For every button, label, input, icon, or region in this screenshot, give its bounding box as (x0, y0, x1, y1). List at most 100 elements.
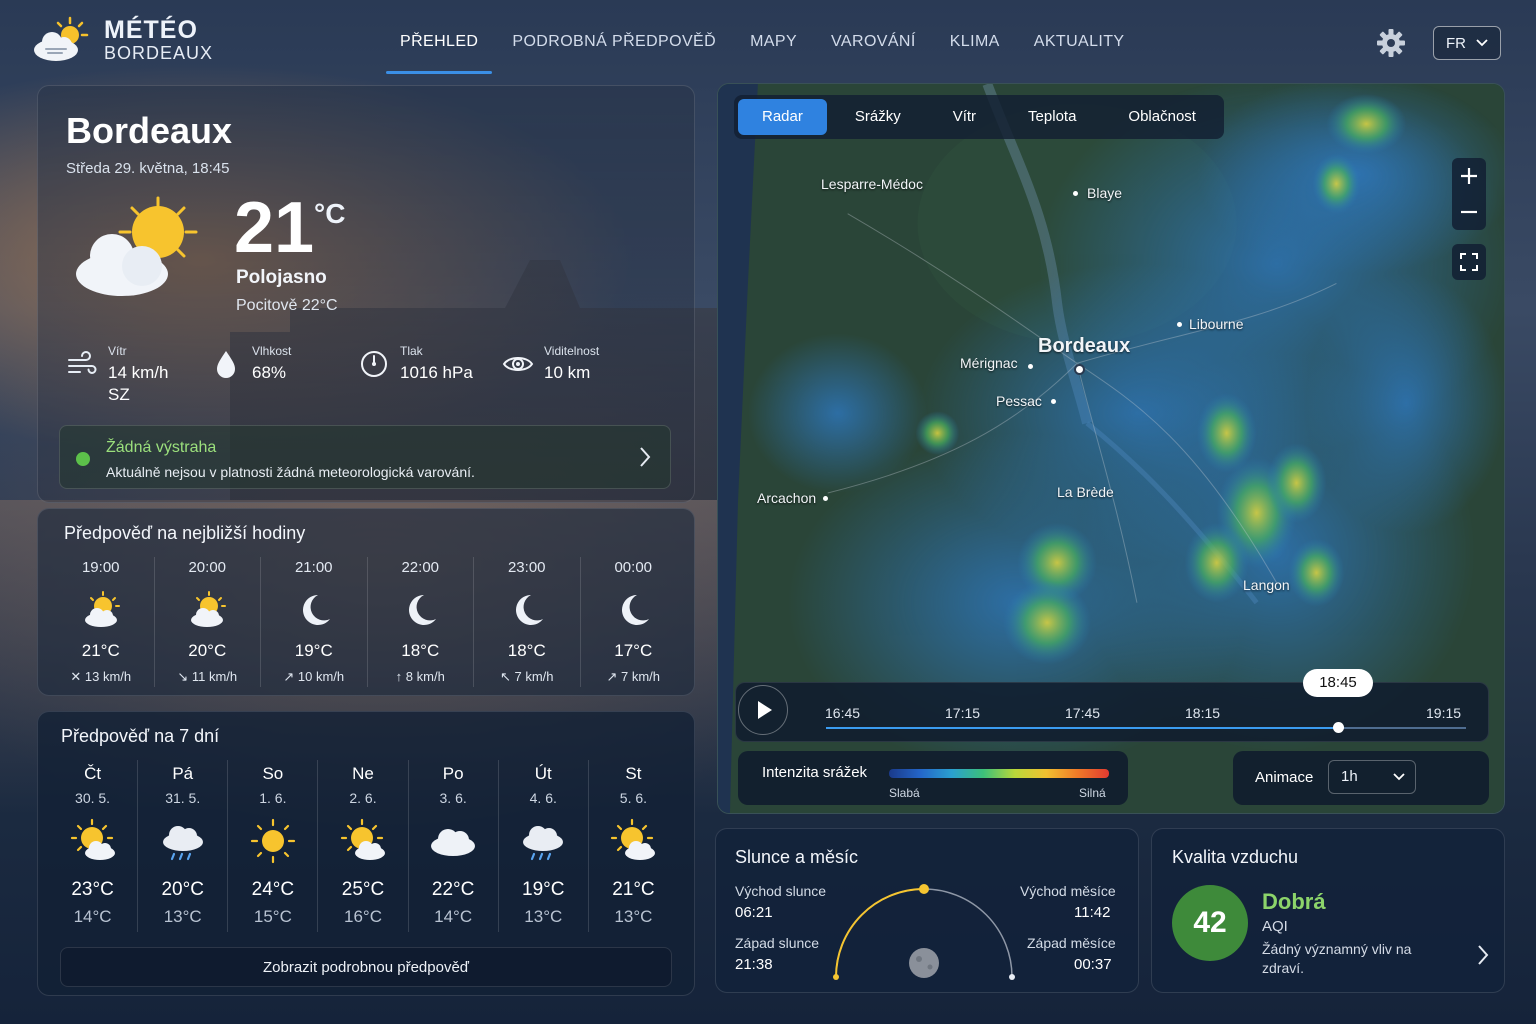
hour-item[interactable]: 19:00 21°C ✕ 13 km/h (48, 557, 154, 687)
nav-item-aktuality[interactable]: AKTUALITY (1020, 0, 1139, 84)
fullscreen-button[interactable] (1452, 244, 1486, 280)
play-button[interactable] (738, 685, 788, 735)
moon-icon (302, 595, 330, 625)
fullscreen-icon (1460, 253, 1478, 271)
legend-gradient (889, 769, 1109, 778)
rain-icon (162, 826, 203, 861)
logo[interactable]: MÉTÉO BORDEAUX (32, 16, 213, 64)
stat-visibility-value: 10 km (544, 363, 591, 382)
stat-visibility: Viditelnost 10 km (502, 344, 599, 384)
moon-icon (515, 595, 543, 625)
place-label-bordeaux: Bordeaux (1038, 335, 1131, 357)
tab-srazky[interactable]: Srážky (831, 99, 925, 135)
tab-teplota[interactable]: Teplota (1004, 99, 1100, 135)
wind-direction-icon: ↘ (177, 669, 189, 684)
nav-item-mapy[interactable]: MAPY (736, 0, 811, 84)
zoom-controls (1452, 158, 1486, 230)
gear-icon[interactable] (1376, 28, 1406, 58)
day-item[interactable]: Po 3. 6. 22°C 14°C (407, 760, 498, 932)
day-low: 13°C (163, 907, 202, 926)
hour-wind: 8 km/h (405, 669, 445, 684)
header: MÉTÉO BORDEAUX PŘEHLED PODROBNÁ PŘEDPOVĚ… (0, 0, 1536, 84)
sun-moon-title: Slunce a měsíc (735, 847, 859, 867)
sun-icon (250, 818, 295, 864)
stat-pressure-label: Tlak (400, 344, 423, 358)
location-marker[interactable] (1074, 364, 1085, 375)
precipitation-legend: Intenzita srážek Slabá Silná (738, 751, 1128, 805)
hour-temp: 18°C (507, 641, 546, 660)
day-date: 3. 6. (439, 790, 467, 806)
timeline-current-time: 18:45 (1303, 669, 1373, 697)
place-label: Langon (1243, 577, 1290, 593)
day-item[interactable]: Pá 31. 5. 20°C 13°C (137, 760, 227, 932)
timeline-progress (826, 727, 1338, 729)
day-item[interactable]: Čt 30. 5. 23°C 14°C (48, 760, 137, 932)
rain-icon (523, 826, 564, 861)
hour-item[interactable]: 00:00 17°C ↗ 7 km/h (579, 557, 687, 687)
day-item[interactable]: Ne 2. 6. 25°C 16°C (317, 760, 407, 932)
aqi-status: Dobrá (1262, 889, 1326, 914)
nav-item-prehled[interactable]: PŘEHLED (386, 0, 493, 84)
day-name: Čt (84, 764, 102, 783)
place-dot (1051, 399, 1056, 404)
day-item[interactable]: So 1. 6. 24°C 15°C (227, 760, 317, 932)
hour-item[interactable]: 21:00 19°C ↗ 10 km/h (260, 557, 367, 687)
day-date: 31. 5. (165, 790, 201, 806)
nav-item-klima[interactable]: KLIMA (936, 0, 1014, 84)
place-label: Blaye (1087, 185, 1123, 201)
place-label: Lesparre-Médoc (821, 176, 923, 192)
legend-low-label: Slabá (889, 786, 920, 800)
hour-item[interactable]: 20:00 20°C ↘ 11 km/h (153, 557, 261, 687)
main-nav: PŘEHLED PODROBNÁ PŘEDPOVĚĎ MAPY VAROVÁNÍ… (386, 0, 1144, 84)
animation-control: Animace 1h (1233, 751, 1489, 805)
chevron-right-icon (1478, 945, 1489, 965)
timeline-tick: 16:45 (825, 705, 861, 721)
tab-oblacnost[interactable]: Oblačnost (1104, 99, 1220, 135)
wind-direction-icon: ↑ (395, 669, 403, 684)
language-value: FR (1446, 34, 1466, 52)
timeline-handle[interactable] (1333, 722, 1344, 733)
day-item[interactable]: Út 4. 6. 19°C 13°C (497, 760, 588, 932)
zoom-out-button[interactable] (1452, 194, 1486, 230)
tab-vitr[interactable]: Vítr (929, 99, 1000, 135)
alert-banner[interactable]: Žádná výstraha Aktuálně nejsou v platnos… (59, 425, 671, 489)
stat-pressure: Tlak 1016 hPa (358, 344, 473, 384)
nav-item-varovani[interactable]: VAROVÁNÍ (817, 0, 930, 84)
day-item[interactable]: St 5. 6. 21°C 13°C (587, 760, 678, 932)
hour-item[interactable]: 22:00 18°C ↑ 8 km/h (366, 557, 474, 687)
place-label: Libourne (1189, 316, 1244, 332)
daily-title: Předpověď na 7 dní (61, 726, 220, 746)
show-detailed-forecast-button[interactable]: Zobrazit podrobnou předpověď (60, 947, 672, 987)
radar-timeline[interactable]: 16:45 17:15 17:45 18:15 19:15 18:45 (735, 669, 1489, 742)
hour-temp: 18°C (401, 641, 440, 660)
aqi-value: 42 (1172, 885, 1248, 961)
wind-icon (68, 351, 97, 374)
place-dot (1073, 191, 1078, 196)
tab-radar[interactable]: Radar (738, 99, 827, 135)
day-name: St (625, 764, 642, 783)
day-date: 2. 6. (349, 790, 377, 806)
language-select[interactable]: FR (1433, 26, 1501, 60)
sun-moon-panel: Slunce a měsíc Východ slunce 06:21 Západ… (715, 828, 1139, 993)
droplet-icon (217, 351, 235, 378)
day-date: 30. 5. (75, 790, 111, 806)
timeline-track[interactable] (826, 727, 1466, 729)
hour-wind: 7 km/h (514, 669, 554, 684)
sunrise-time: 06:21 (735, 904, 773, 921)
wind-direction-icon: ↗ (606, 669, 618, 684)
day-high: 22°C (431, 879, 475, 900)
animation-duration-select[interactable]: 1h (1328, 760, 1416, 794)
hour-item[interactable]: 23:00 18°C ↖ 7 km/h (473, 557, 580, 687)
sunset-label: Západ slunce (735, 935, 820, 951)
moonset-label: Západ měsíce (1027, 935, 1116, 951)
stat-pressure-value: 1016 hPa (400, 363, 473, 382)
nav-item-podrobna-predpoved[interactable]: PODROBNÁ PŘEDPOVĚĎ (498, 0, 730, 84)
moonrise-label: Východ měsíce (1020, 883, 1116, 899)
zoom-in-button[interactable] (1452, 158, 1486, 194)
chevron-down-icon (1476, 39, 1488, 47)
aqi-unit: AQI (1262, 918, 1288, 935)
hour-temp: 21°C (81, 641, 120, 660)
air-quality-panel[interactable]: Kvalita vzduchu 42 Dobrá AQI Žádný význa… (1151, 828, 1505, 993)
hour-temp: 17°C (614, 641, 653, 660)
hour-wind: 10 km/h (297, 669, 345, 684)
